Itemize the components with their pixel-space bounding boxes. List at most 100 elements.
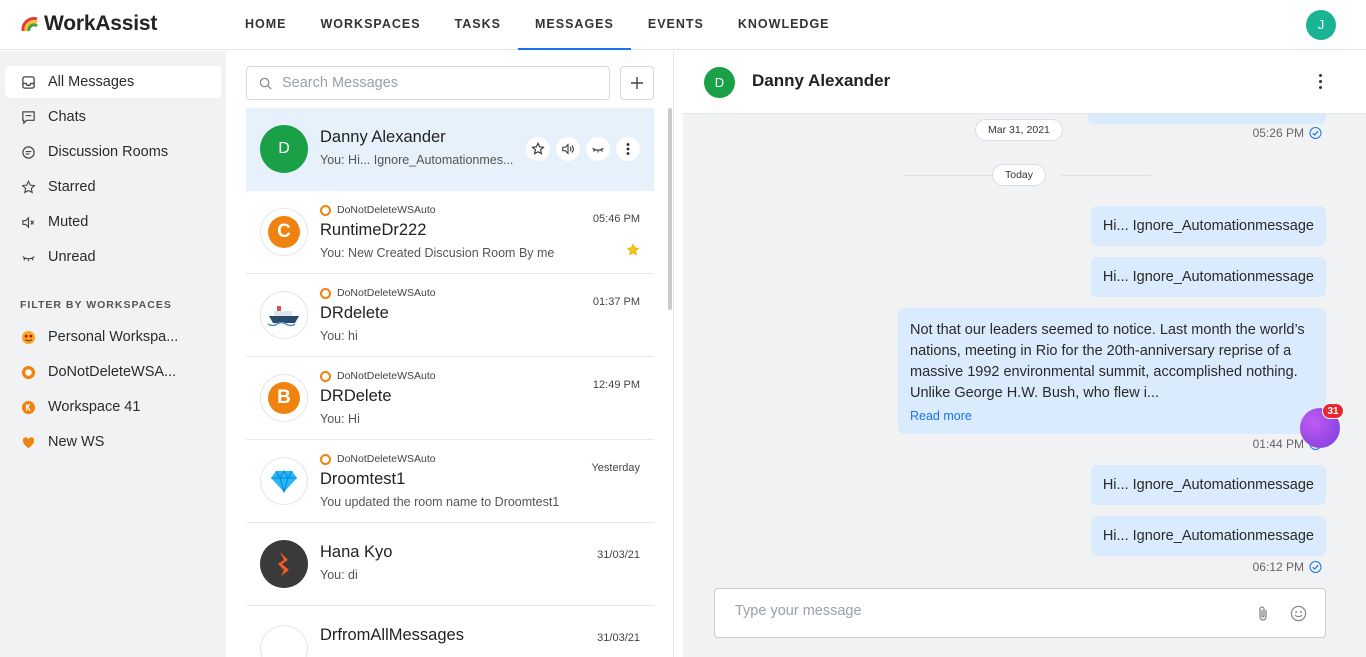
read-more-link[interactable]: Read more: [910, 406, 1314, 427]
mark-unread-button[interactable]: [586, 137, 610, 161]
workspace-label: DoNotDeleteWSAuto: [320, 287, 436, 299]
conversation-item-drdelete-b[interactable]: B DoNotDeleteWSAuto DRDelete You: Hi 12:…: [246, 357, 654, 440]
app-logo[interactable]: WorkAssist: [20, 12, 157, 36]
conversation-name: DrfromAllMessages: [320, 626, 464, 644]
emoji-icon: [20, 329, 36, 345]
message-bubble: Hi... Ignore_Automationmessage: [1090, 516, 1326, 556]
star-icon: [531, 142, 545, 155]
conversation-item-droomtest1[interactable]: DoNotDeleteWSAuto Droomtest1 You updated…: [246, 440, 654, 523]
read-check-icon: [1309, 561, 1322, 573]
conversation-time: Yesterday: [591, 462, 640, 474]
sidebar-item-label: All Messages: [48, 74, 135, 90]
sidebar-item-label: DoNotDeleteWSA...: [48, 364, 177, 380]
sidebar-item-label: Muted: [48, 214, 89, 230]
conversation-time: 31/03/21: [597, 549, 640, 561]
conversation-time: 12:49 PM: [592, 379, 640, 391]
message-time: 06:12 PM: [1252, 560, 1304, 574]
search-icon: [259, 77, 272, 90]
user-avatar[interactable]: J: [1306, 10, 1336, 40]
workspace-ring-icon: [20, 364, 36, 380]
conversation-item-danny-alexander[interactable]: D Danny Alexander You: Hi... Ignore_Auto…: [246, 108, 654, 191]
sidebar-item-label: Unread: [48, 249, 96, 265]
nav-tasks[interactable]: TASKS: [438, 0, 518, 50]
conversation-time: 01:37 PM: [592, 296, 640, 308]
avatar-letter: C: [268, 216, 300, 248]
emoji-icon[interactable]: [1290, 605, 1307, 622]
bolt-avatar-icon: [260, 540, 308, 588]
conversation-preview: You: New Created Discusion Room By me: [320, 246, 555, 260]
workspace-ring-icon: [320, 453, 331, 465]
conversation-name: DRdelete: [320, 304, 389, 322]
conversation-item-drfromallmessages[interactable]: DrfromAllMessages 31/03/21: [246, 606, 654, 657]
rainbow-logo-icon: [21, 17, 38, 32]
message-meta: 05:26 PM: [1253, 126, 1322, 140]
nav-home[interactable]: HOME: [228, 0, 304, 50]
message-time: 05:26 PM: [1252, 126, 1304, 140]
sidebar-item-chats[interactable]: Chats: [5, 101, 221, 133]
avatar: B: [260, 374, 308, 422]
speaker-icon: [562, 143, 574, 155]
unread-icon: [592, 147, 604, 153]
sidebar-item-label: Chats: [48, 109, 86, 125]
search-box: [246, 66, 610, 100]
nav-messages[interactable]: MESSAGES: [518, 0, 631, 50]
sidebar-item-discussion-rooms[interactable]: Discussion Rooms: [5, 136, 221, 168]
conversation-preview: You: hi: [320, 329, 358, 343]
date-separator-today: Today: [992, 164, 1047, 186]
attachment-icon[interactable]: [1256, 605, 1270, 623]
workspace-label: DoNotDeleteWSAuto: [320, 453, 436, 465]
sidebar-item-label: Starred: [48, 179, 96, 195]
nav-knowledge[interactable]: KNOWLEDGE: [721, 0, 847, 50]
avatar: D: [260, 125, 308, 173]
sidebar-item-label: Personal Workspa...: [48, 329, 179, 345]
top-bar: WorkAssist HOME WORKSPACES TASKS MESSAGE…: [0, 0, 1366, 50]
sidebar-item-starred[interactable]: Starred: [5, 171, 221, 203]
workspace-ring-icon: [320, 370, 331, 382]
conversation-preview: You updated the room name to Droomtest1: [320, 495, 560, 509]
sidebar-workspace-41[interactable]: Workspace 41: [5, 391, 221, 423]
conversation-name: Hana Kyo: [320, 543, 393, 561]
workspace-name: DoNotDeleteWSAuto: [337, 453, 436, 465]
mute-button[interactable]: [556, 137, 580, 161]
sidebar-workspace-new-ws[interactable]: New WS: [5, 426, 221, 458]
divider-left: [903, 175, 993, 176]
avatar: [260, 625, 308, 657]
date-separator-old: Mar 31, 2021: [975, 119, 1063, 141]
search-input[interactable]: [282, 75, 582, 91]
read-check-icon: [1309, 127, 1322, 139]
message-bubble: Hi... Ignore_Automationmessage: [1090, 206, 1326, 246]
sidebar-item-muted[interactable]: Muted: [5, 206, 221, 238]
conversation-preview: You: di: [320, 568, 358, 582]
workspace-ring-icon: [320, 204, 331, 216]
sidebar-item-label: Workspace 41: [48, 399, 141, 415]
chat-options-kebab-icon[interactable]: [1312, 69, 1328, 93]
message-input[interactable]: [735, 603, 1235, 619]
chat-header: D Danny Alexander: [683, 51, 1366, 114]
sidebar-item-unread[interactable]: Unread: [5, 241, 221, 273]
star-button[interactable]: [526, 137, 550, 161]
conversation-item-runtimedr222[interactable]: C DoNotDeleteWSAuto RuntimeDr222 You: Ne…: [246, 191, 654, 274]
new-conversation-button[interactable]: [620, 66, 654, 100]
conversation-item-drdelete[interactable]: DoNotDeleteWSAuto DRdelete You: hi 01:37…: [246, 274, 654, 357]
starred-icon: [626, 243, 640, 262]
sidebar-item-label: Discussion Rooms: [48, 144, 169, 160]
sidebar-workspace-donotdelete[interactable]: DoNotDeleteWSA...: [5, 356, 221, 388]
sidebar-item-all-messages[interactable]: All Messages: [5, 66, 221, 98]
kebab-icon: [626, 143, 630, 155]
nav-events[interactable]: EVENTS: [631, 0, 721, 50]
discussion-icon: [20, 144, 36, 160]
more-options-button[interactable]: [616, 137, 640, 161]
conversation-item-hana-kyo[interactable]: Hana Kyo You: di 31/03/21: [246, 523, 654, 606]
app-name: WorkAssist: [44, 12, 158, 35]
contact-avatar[interactable]: D: [704, 67, 735, 98]
notification-badge: 31: [1322, 403, 1344, 419]
heart-icon: [20, 434, 36, 450]
list-scrollbar[interactable]: [668, 108, 672, 310]
conversation-name: Danny Alexander: [320, 128, 446, 146]
sidebar-workspace-personal[interactable]: Personal Workspa...: [5, 321, 221, 353]
nav-workspaces[interactable]: WORKSPACES: [304, 0, 438, 50]
diamond-avatar-icon: [260, 457, 308, 505]
plus-icon: [631, 77, 643, 89]
contact-name[interactable]: Danny Alexander: [752, 71, 890, 91]
message-meta: 06:12 PM: [1253, 560, 1322, 574]
